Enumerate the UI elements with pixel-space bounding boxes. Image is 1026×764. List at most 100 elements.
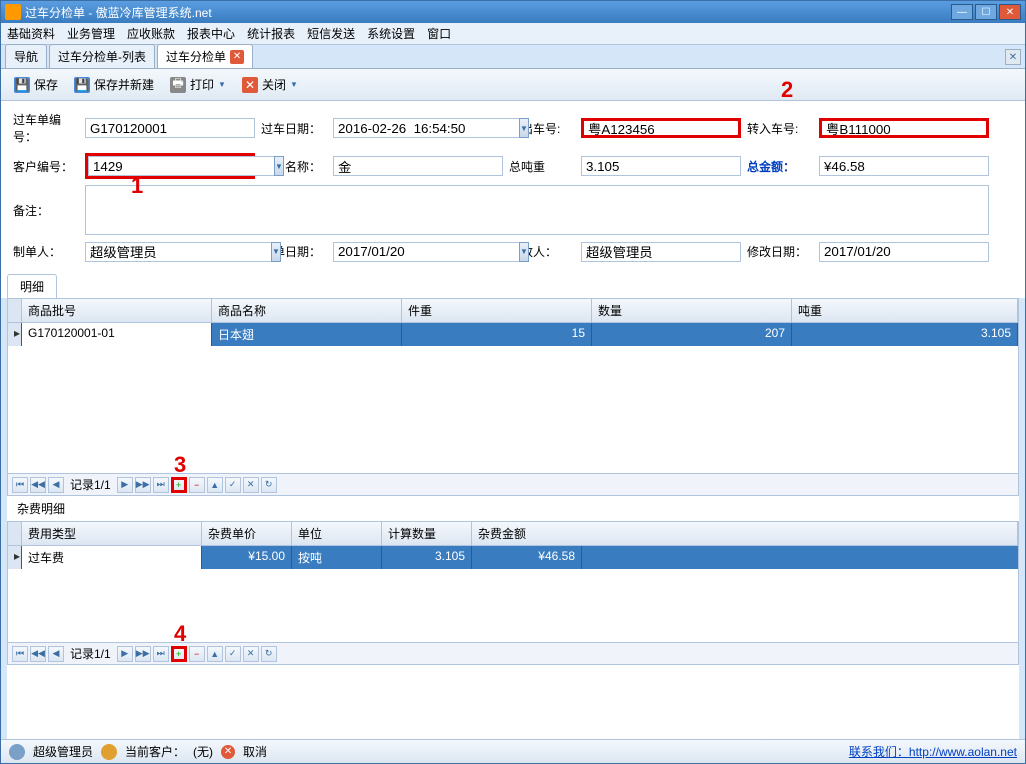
app-icon xyxy=(5,4,21,20)
menu-receivables[interactable]: 应收账款 xyxy=(127,25,175,42)
date-combo[interactable]: ▼ xyxy=(333,118,503,138)
edit-button[interactable]: ▲ xyxy=(207,646,223,662)
next-page-button[interactable]: ▶▶ xyxy=(135,646,151,662)
tab-list[interactable]: 过车分检单-列表 xyxy=(49,44,155,68)
total-amount-input[interactable] xyxy=(819,156,989,176)
maximize-button[interactable]: ☐ xyxy=(975,4,997,20)
menu-basic[interactable]: 基础资料 xyxy=(7,25,55,42)
chevron-down-icon[interactable]: ▼ xyxy=(274,156,284,176)
minimize-button[interactable]: — xyxy=(951,4,973,20)
confirm-button[interactable]: ✓ xyxy=(225,477,241,493)
status-cancel[interactable]: 取消 xyxy=(243,743,267,760)
tab-nav[interactable]: 导航 xyxy=(5,44,47,68)
menu-sms[interactable]: 短信发送 xyxy=(307,25,355,42)
cancel-icon[interactable]: ✕ xyxy=(221,745,235,759)
make-date-combo[interactable]: ▼ xyxy=(333,242,503,262)
prev-page-button[interactable]: ◀◀ xyxy=(30,646,46,662)
chevron-down-icon[interactable]: ▼ xyxy=(519,118,529,138)
col-name[interactable]: 商品名称 xyxy=(212,299,402,322)
maker-label: 制单人： xyxy=(11,241,81,262)
menu-reports[interactable]: 报表中心 xyxy=(187,25,235,42)
window-title: 过车分检单 - 傲蓝冷库管理系统.net xyxy=(25,4,951,21)
next-page-button[interactable]: ▶▶ xyxy=(135,477,151,493)
add-row-button[interactable]: + xyxy=(171,477,187,493)
refresh-button[interactable]: ↻ xyxy=(261,477,277,493)
bill-no-label: 过车单编号： xyxy=(11,109,81,147)
remark-label: 备注： xyxy=(11,200,81,221)
detail-nav: ⏮ ◀◀ ◀ 记录1/1 ▶ ▶▶ ⏭ + − ▲ ✓ ✕ ↻ xyxy=(7,474,1019,496)
next-button[interactable]: ▶ xyxy=(117,646,133,662)
print-button[interactable]: 🖶 打印 ▼ xyxy=(163,72,233,97)
cust-no-label: 客户编号： xyxy=(11,156,81,177)
tab-close-icon[interactable]: ✕ xyxy=(230,50,244,64)
user-icon xyxy=(9,744,25,760)
detail-grid: 商品批号 商品名称 件重 数量 吨重 ▸ G170120001-01 日本翅 1… xyxy=(7,298,1019,474)
print-icon: 🖶 xyxy=(170,77,186,93)
fee-col-price[interactable]: 杂费单价 xyxy=(202,522,292,545)
first-button[interactable]: ⏮ xyxy=(12,646,28,662)
current-cust-label: 当前客户： xyxy=(125,743,185,760)
last-button[interactable]: ⏭ xyxy=(153,646,169,662)
close-all-tabs-button[interactable]: ✕ xyxy=(1005,49,1021,65)
menu-window[interactable]: 窗口 xyxy=(427,25,451,42)
total-weight-input[interactable] xyxy=(581,156,741,176)
detail-tab[interactable]: 明细 xyxy=(7,274,57,298)
prev-button[interactable]: ◀ xyxy=(48,646,64,662)
first-button[interactable]: ⏮ xyxy=(12,477,28,493)
col-qty[interactable]: 数量 xyxy=(592,299,792,322)
save-button[interactable]: 💾 保存 xyxy=(7,72,65,97)
document-tabs: 导航 过车分检单-列表 过车分检单 ✕ ✕ xyxy=(1,45,1025,69)
prev-page-button[interactable]: ◀◀ xyxy=(30,477,46,493)
fee-col-type[interactable]: 费用类型 xyxy=(22,522,202,545)
chevron-down-icon[interactable]: ▼ xyxy=(519,242,529,262)
close-icon: ✕ xyxy=(242,77,258,93)
col-batch[interactable]: 商品批号 xyxy=(22,299,212,322)
modifier-input[interactable] xyxy=(581,242,741,262)
table-row[interactable]: ▸ 过车费 ¥15.00 按吨 3.105 ¥46.58 xyxy=(8,546,1018,569)
table-row[interactable]: ▸ G170120001-01 日本翅 15 207 3.105 xyxy=(8,323,1018,346)
cancel-row-button[interactable]: ✕ xyxy=(243,477,259,493)
remark-input[interactable] xyxy=(85,185,989,235)
edit-button[interactable]: ▲ xyxy=(207,477,223,493)
delete-row-button[interactable]: − xyxy=(189,477,205,493)
tab-form[interactable]: 过车分检单 ✕ xyxy=(157,44,253,68)
in-car-label: 转入车号: xyxy=(745,118,815,139)
menu-business[interactable]: 业务管理 xyxy=(67,25,115,42)
fee-col-amount[interactable]: 杂费金额 xyxy=(472,522,1018,545)
title-bar: 过车分检单 - 傲蓝冷库管理系统.net — ☐ ✕ xyxy=(1,1,1025,23)
col-pw[interactable]: 件重 xyxy=(402,299,592,322)
record-label: 记录1/1 xyxy=(66,476,115,493)
out-car-input[interactable] xyxy=(581,118,741,138)
modify-date-input[interactable] xyxy=(819,242,989,262)
delete-fee-button[interactable]: − xyxy=(189,646,205,662)
in-car-input[interactable] xyxy=(819,118,989,138)
chevron-down-icon[interactable]: ▼ xyxy=(271,242,281,262)
window-close-button[interactable]: ✕ xyxy=(999,4,1021,20)
add-fee-button[interactable]: + xyxy=(171,646,187,662)
col-tw[interactable]: 吨重 xyxy=(792,299,1018,322)
next-button[interactable]: ▶ xyxy=(117,477,133,493)
annotation-1: 1 xyxy=(131,173,143,199)
fee-col-qty[interactable]: 计算数量 xyxy=(382,522,472,545)
fee-col-unit[interactable]: 单位 xyxy=(292,522,382,545)
menu-settings[interactable]: 系统设置 xyxy=(367,25,415,42)
prev-button[interactable]: ◀ xyxy=(48,477,64,493)
refresh-button[interactable]: ↻ xyxy=(261,646,277,662)
save-new-button[interactable]: 💾 保存并新建 xyxy=(67,72,161,97)
last-button[interactable]: ⏭ xyxy=(153,477,169,493)
maker-combo[interactable]: ▼ xyxy=(85,242,255,262)
current-cust: (无) xyxy=(193,743,213,760)
close-button[interactable]: ✕ 关闭 ▼ xyxy=(235,72,305,97)
cust-no-combo[interactable]: ▼ xyxy=(85,153,255,179)
cust-name-input[interactable] xyxy=(333,156,503,176)
total-weight-label: 总吨重 xyxy=(507,156,577,177)
menu-stats[interactable]: 统计报表 xyxy=(247,25,295,42)
detail-tabs: 明细 xyxy=(1,270,1025,298)
record-label: 记录1/1 xyxy=(66,645,115,662)
confirm-button[interactable]: ✓ xyxy=(225,646,241,662)
cancel-row-button[interactable]: ✕ xyxy=(243,646,259,662)
save-new-icon: 💾 xyxy=(74,77,90,93)
contact-link[interactable]: 联系我们：http://www.aolan.net xyxy=(849,743,1017,760)
form: 过车单编号： 过车日期： ▼ 转出车号: 转入车号: 客户编号： ▼ 客户名称：… xyxy=(1,101,1025,270)
bill-no-input[interactable] xyxy=(85,118,255,138)
